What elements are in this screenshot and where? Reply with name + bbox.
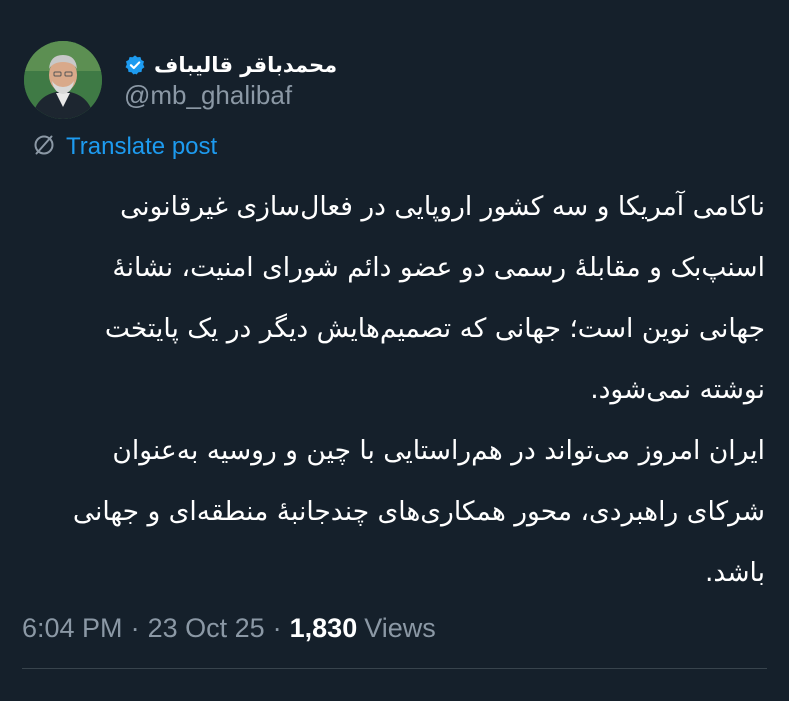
translate-globe-icon	[32, 133, 56, 161]
post-text-line: باشد.	[705, 557, 765, 588]
author-display-name[interactable]: محمدباقر قالیباف	[154, 53, 337, 77]
post-meta: 6:04 PM · 23 Oct 25 · 1,830 Views	[22, 608, 436, 648]
post-text: ناکامی آمریکا و سه کشور اروپایی در فعال‌…	[22, 176, 765, 603]
post-text-line: شرکای راهبردی، محور همکاری‌های چندجانبهٔ…	[72, 496, 765, 527]
post-text-line: ایران امروز می‌تواند در هم‌راستایی با چی…	[112, 435, 765, 466]
divider	[22, 668, 767, 669]
meta-separator: ·	[272, 612, 282, 643]
post-time[interactable]: 6:04 PM	[22, 613, 123, 644]
views-count[interactable]: 1,830	[290, 613, 358, 644]
profile-photo-icon	[24, 41, 102, 119]
translate-post-label: Translate post	[66, 133, 218, 160]
meta-separator: ·	[130, 612, 140, 643]
post-text-line: نوشته نمی‌شود.	[590, 374, 765, 405]
post-text-line: جهانی نوین است؛ جهانی که تصمیم‌هایش دیگر…	[104, 313, 765, 344]
author-name-row[interactable]: محمدباقر قالیباف	[124, 48, 337, 82]
post-text-line: ناکامی آمریکا و سه کشور اروپایی در فعال‌…	[120, 191, 765, 222]
verified-badge-icon	[124, 54, 146, 76]
views-label[interactable]: Views	[364, 613, 436, 644]
avatar[interactable]	[24, 41, 102, 119]
author-handle[interactable]: @mb_ghalibaf	[124, 80, 292, 111]
post-date[interactable]: 23 Oct 25	[148, 613, 265, 644]
post-card: محمدباقر قالیباف @mb_ghalibaf Translate …	[0, 0, 789, 701]
translate-post-button[interactable]: Translate post	[32, 131, 217, 163]
post-text-line: اسنپ‌بک و مقابلهٔ رسمی دو عضو دائم شورای…	[112, 252, 765, 283]
